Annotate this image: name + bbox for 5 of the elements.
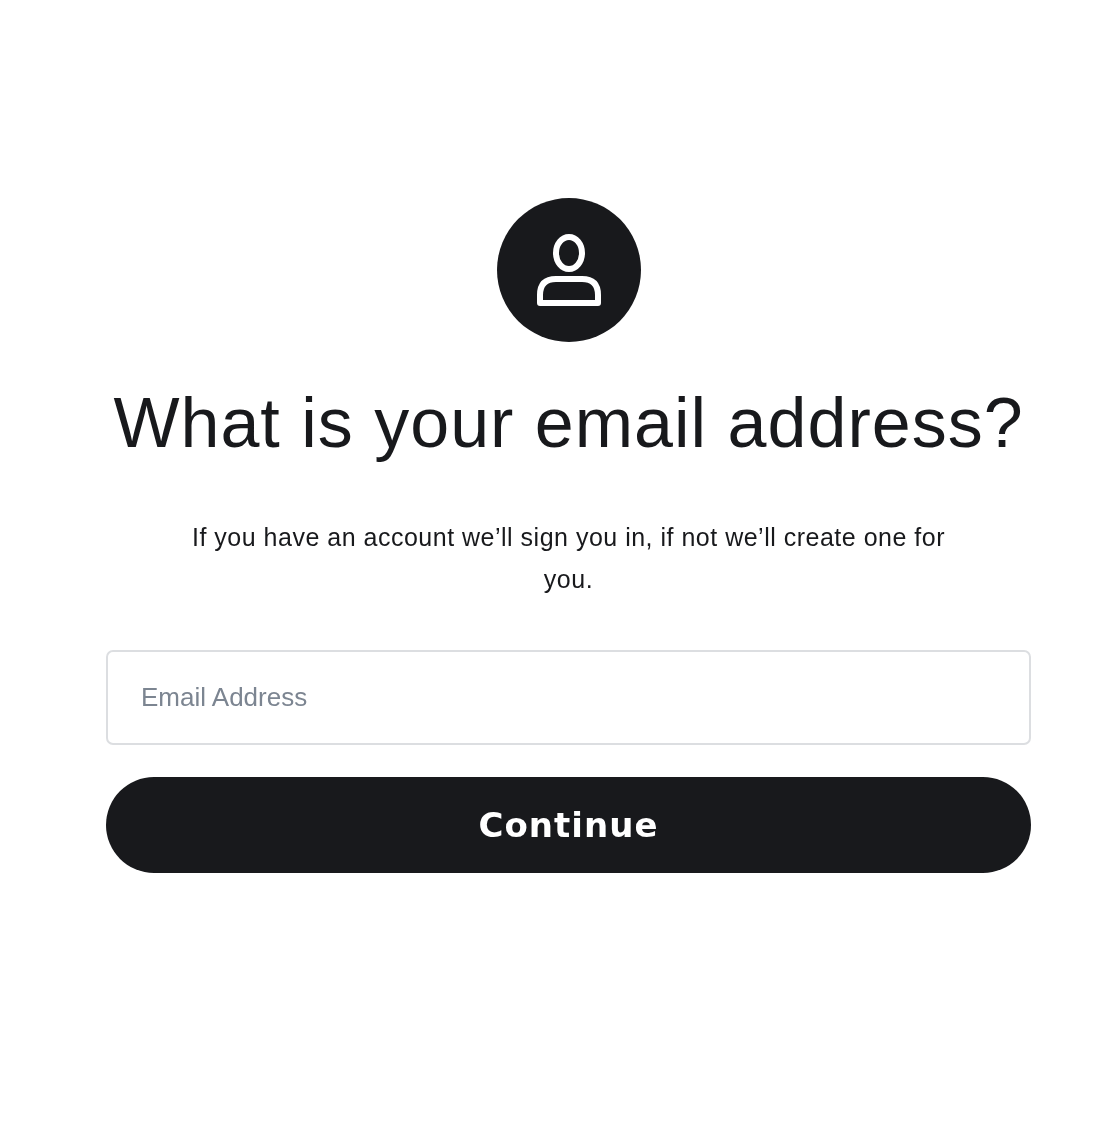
- email-input-field[interactable]: Email Address: [106, 650, 1031, 745]
- page-heading: What is your email address?: [112, 383, 1025, 464]
- continue-button[interactable]: Continue: [106, 777, 1031, 873]
- subtitle-text: If you have an account we’ll sign you in, if not we’ll create one for you.: [191, 522, 946, 595]
- user-icon: [535, 233, 602, 307]
